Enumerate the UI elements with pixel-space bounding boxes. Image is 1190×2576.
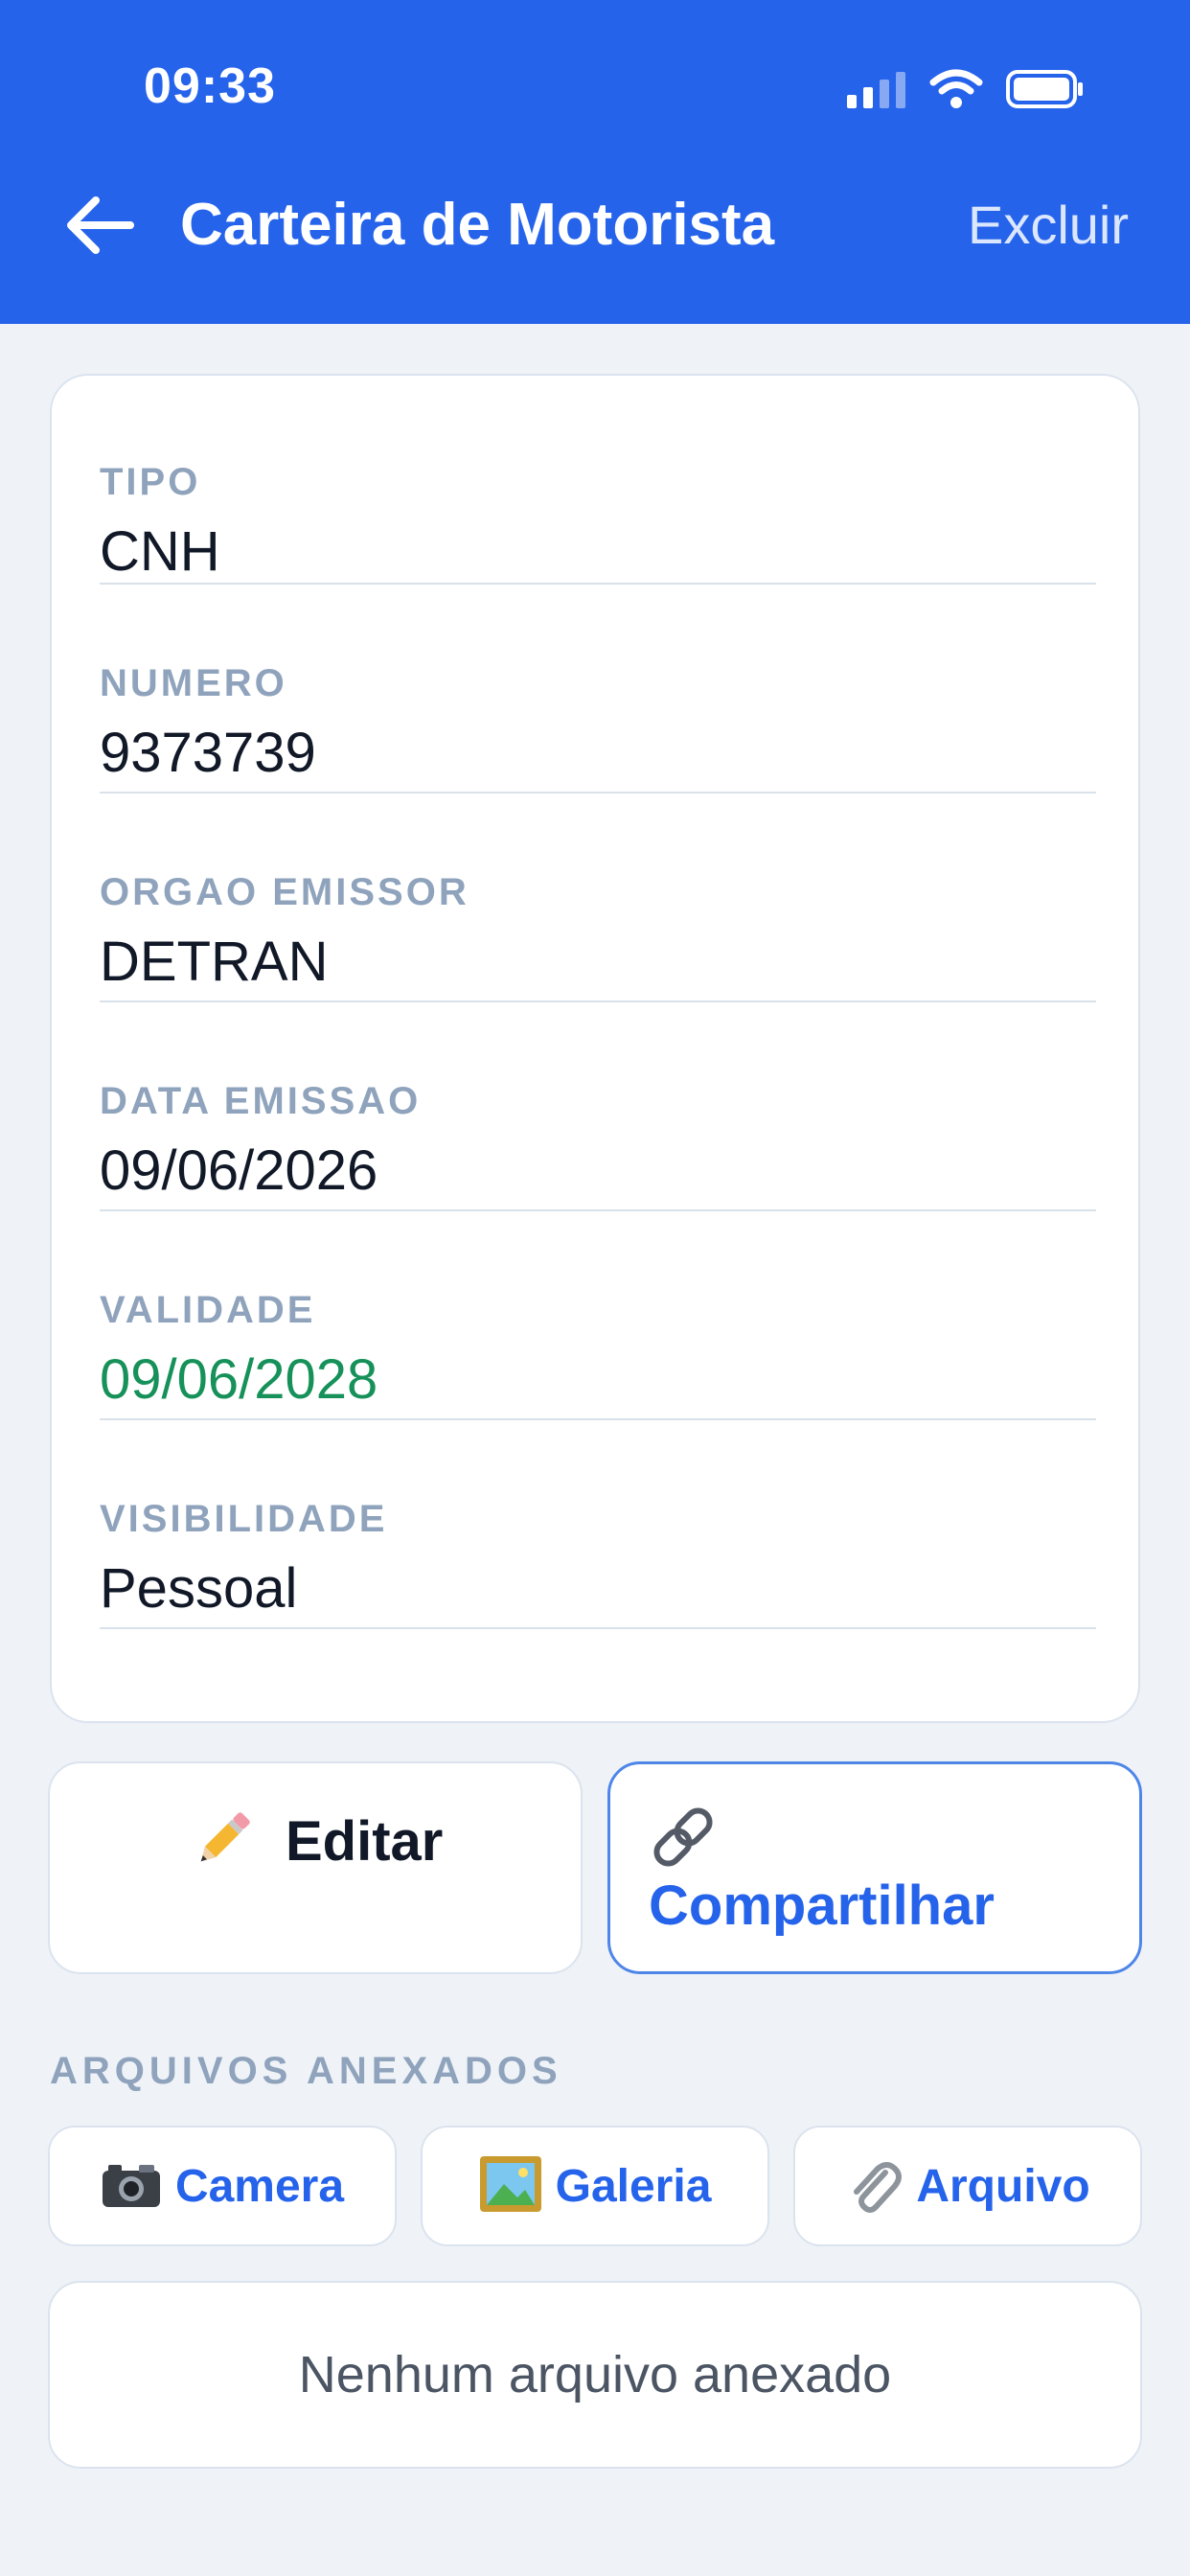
field-value: DETRAN [100, 931, 329, 993]
signal-icon [847, 70, 906, 113]
share-button[interactable]: Compartilhar [607, 1761, 1142, 1974]
empty-state-text: Nenhum arquivo anexado [298, 2346, 892, 2404]
field-visibilidade: VISIBILIDADE Pessoal [100, 1420, 1096, 1629]
field-label: DATA EMISSAO [100, 1080, 422, 1122]
paperclip-icon [845, 2153, 903, 2220]
attachments-empty-state: Nenhum arquivo anexado [48, 2281, 1142, 2469]
share-button-label: Compartilhar [649, 1874, 995, 1937]
delete-button[interactable]: Excluir [968, 188, 1129, 263]
field-label: VALIDADE [100, 1289, 316, 1331]
field-label: TIPO [100, 461, 201, 503]
link-icon [649, 1805, 718, 1874]
field-label: ORGAO EMISSOR [100, 871, 469, 913]
page-title: Carteira de Motorista [180, 192, 775, 258]
field-value: 09/06/2026 [100, 1139, 378, 1202]
field-label: NUMERO [100, 662, 287, 704]
attachments-section-title: ARQUIVOS ANEXADOS [50, 2050, 562, 2092]
back-arrow-icon[interactable] [63, 188, 138, 263]
gallery-button-label: Galeria [555, 2160, 712, 2212]
field-tipo: TIPO CNH [100, 376, 1096, 585]
edit-button-content: Editar [190, 1806, 443, 1877]
field-label: VISIBILIDADE [100, 1498, 388, 1540]
field-value: CNH [100, 520, 220, 583]
field-orgao-emissor: ORGAO EMISSOR DETRAN [100, 794, 1096, 1002]
pencil-icon [190, 1806, 257, 1877]
field-value: Pessoal [100, 1557, 298, 1620]
framed-picture-icon [479, 2155, 542, 2218]
field-data-emissao: DATA EMISSAO 09/06/2026 [100, 1002, 1096, 1211]
wifi-icon [929, 69, 983, 114]
app-header: 09:33 Carteira de Motorista Excluir [0, 0, 1190, 324]
camera-button[interactable]: Camera [48, 2126, 397, 2246]
field-value: 9373739 [100, 722, 316, 784]
field-validade: VALIDADE 09/06/2028 [100, 1211, 1096, 1420]
camera-icon [101, 2159, 162, 2214]
field-numero: NUMERO 9373739 [100, 585, 1096, 794]
status-icons [847, 69, 1085, 114]
camera-button-label: Camera [174, 2160, 345, 2212]
status-time: 09:33 [144, 58, 276, 114]
gallery-button[interactable]: Galeria [421, 2126, 769, 2246]
battery-icon [1006, 69, 1085, 114]
file-button-label: Arquivo [916, 2160, 1090, 2212]
file-button[interactable]: Arquivo [793, 2126, 1142, 2246]
document-details-card: TIPO CNH NUMERO 9373739 ORGAO EMISSOR DE… [50, 374, 1140, 1723]
edit-button-label: Editar [286, 1809, 444, 1873]
validity-date: 09/06/2028 [100, 1348, 378, 1411]
edit-button[interactable]: Editar [48, 1761, 583, 1974]
